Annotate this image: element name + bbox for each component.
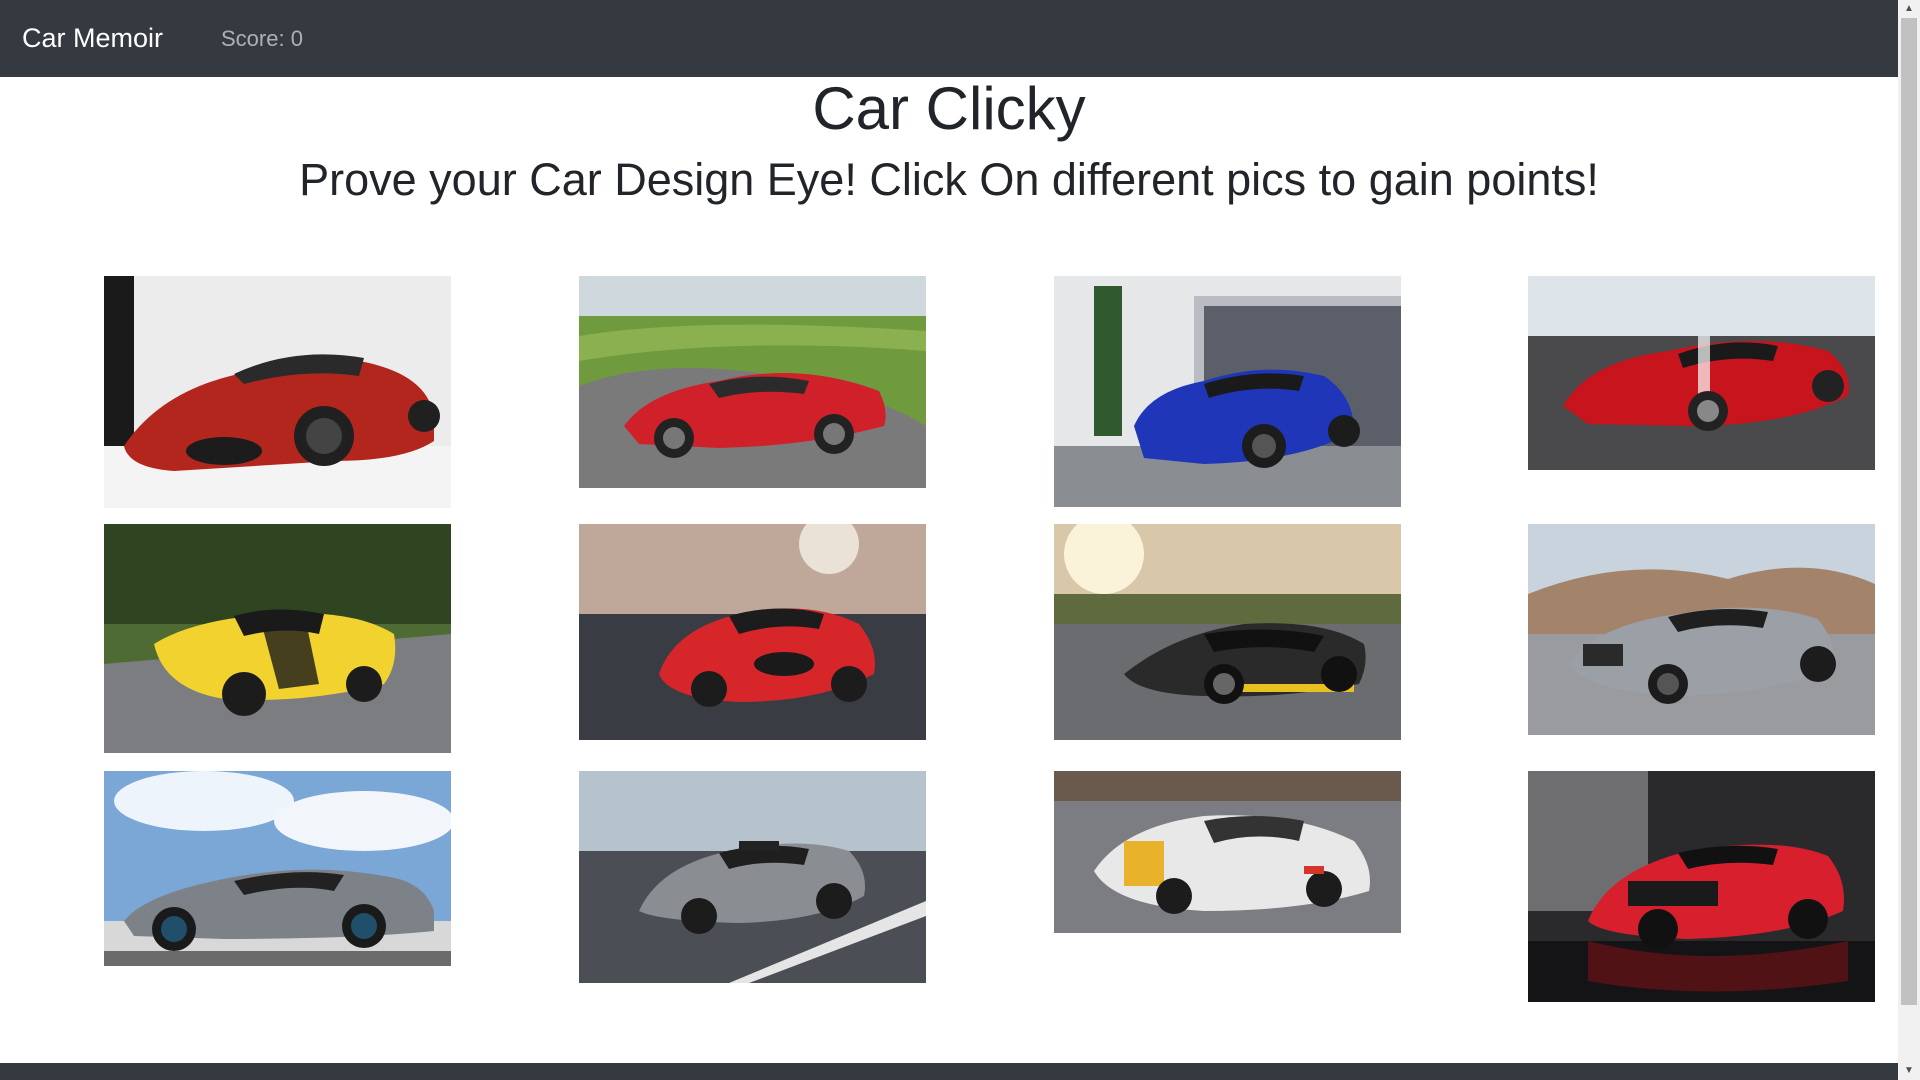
page-footer: [0, 1063, 1898, 1080]
car-image: [1528, 771, 1875, 1002]
vertical-scrollbar[interactable]: ▲ ▼: [1898, 0, 1920, 1080]
car-card-red-coupe-studio[interactable]: [104, 276, 451, 508]
car-image: [1054, 771, 1401, 933]
car-card-red-supercar-garage[interactable]: [1528, 771, 1875, 1002]
car-image: [1528, 276, 1875, 470]
car-card-red-supercar-road[interactable]: [1528, 276, 1875, 470]
car-card-grey-race-coupe[interactable]: [579, 771, 926, 983]
scroll-up-arrow-icon[interactable]: ▲: [1898, 0, 1920, 18]
car-image: [104, 276, 451, 508]
car-card-red-supercar-track[interactable]: [579, 276, 926, 488]
scroll-down-arrow-icon[interactable]: ▼: [1898, 1062, 1920, 1080]
car-card-silver-hypercar[interactable]: [104, 771, 451, 966]
car-image: [1054, 524, 1401, 740]
car-image: [1054, 276, 1401, 507]
car-card-red-sports-coupe[interactable]: [579, 524, 926, 740]
car-image: [579, 771, 926, 983]
page-title: Car Clicky: [812, 75, 1086, 142]
car-image: [104, 524, 451, 753]
car-image: [579, 524, 926, 740]
brand-link[interactable]: Car Memoir: [22, 20, 163, 56]
top-navbar: Car Memoir Score: 0: [0, 0, 1898, 77]
car-card-black-hypercar[interactable]: [1054, 524, 1401, 740]
car-image: [1528, 524, 1875, 735]
car-card-yellow-supercar[interactable]: [104, 524, 451, 753]
page: Car Memoir Score: 0 ▲ ▼ Car Clicky Prove…: [0, 0, 1920, 1080]
car-card-blue-sedan[interactable]: [1054, 276, 1401, 507]
page-subtitle: Prove your Car Design Eye! Click On diff…: [299, 154, 1599, 205]
car-image: [104, 771, 451, 966]
car-image: [579, 276, 926, 488]
scroll-thumb[interactable]: [1901, 18, 1917, 1005]
car-card-white-classic-coupe[interactable]: [1054, 771, 1401, 933]
score-display: Score: 0: [221, 26, 303, 51]
car-card-silver-coupe[interactable]: [1528, 524, 1875, 735]
